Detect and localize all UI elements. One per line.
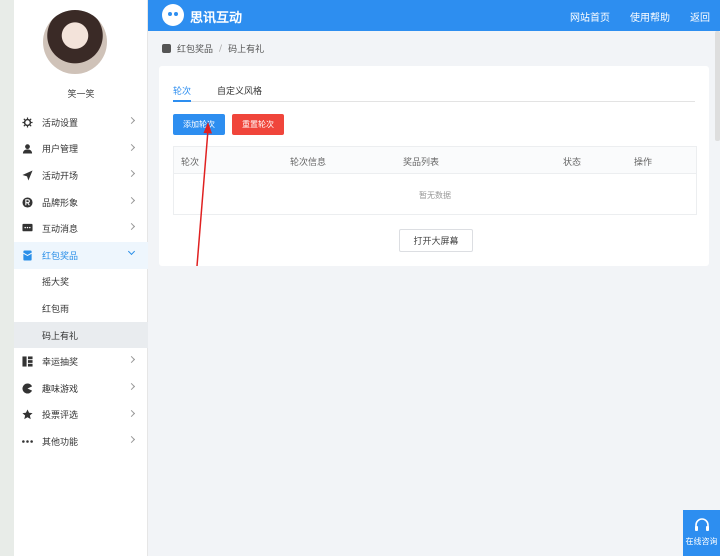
- nav-back-link[interactable]: 返回: [690, 9, 710, 24]
- header-nav: 网站首页 使用帮助 返回: [570, 9, 710, 24]
- reset-round-button[interactable]: 重置轮次: [232, 114, 284, 135]
- breadcrumb-parent[interactable]: 红包奖品: [177, 42, 213, 55]
- chevron-right-icon: [127, 409, 136, 417]
- sidebar-item-lucky-draw[interactable]: 幸运抽奖: [14, 348, 148, 375]
- chevron-right-icon: [127, 116, 136, 125]
- sidebar-subitem-qr-gift[interactable]: 码上有礼: [14, 321, 148, 349]
- avatar[interactable]: [43, 10, 107, 74]
- column-header: 奖品列表: [403, 158, 440, 168]
- chevron-right-icon: [127, 436, 136, 444]
- nav-help-link[interactable]: 使用帮助: [630, 9, 670, 24]
- sidebar-item-brand-image[interactable]: 品牌形象: [14, 189, 148, 216]
- breadcrumb: 红包奖品 / 码上有礼: [162, 42, 264, 55]
- nav-home-link[interactable]: 网站首页: [570, 9, 610, 24]
- main-panel: 轮次 自定义风格 添加轮次 重置轮次 轮次 轮次信息 奖品列表 状态 操作 暂无…: [159, 66, 709, 266]
- scrollbar[interactable]: [715, 31, 720, 141]
- username: 笑一笑: [67, 90, 95, 100]
- sidebar-item-red-packet-prizes[interactable]: 红包奖品: [14, 241, 148, 269]
- top-header: 思讯互动 网站首页 使用帮助 返回: [148, 0, 720, 31]
- chat-icon: [22, 223, 33, 234]
- registered-icon: [22, 197, 33, 208]
- red-packet-icon: [22, 250, 33, 261]
- sidebar-item-activity-settings[interactable]: 活动设置: [14, 109, 148, 136]
- breadcrumb-current: 码上有礼: [228, 45, 265, 55]
- column-header: 状态: [563, 158, 582, 168]
- tab-rounds[interactable]: 轮次: [173, 84, 192, 102]
- sidebar-item-voting[interactable]: 投票评选: [14, 402, 148, 429]
- online-consult-button[interactable]: 在线咨询: [683, 510, 720, 556]
- sidebar-item-label: 品牌形象: [42, 198, 79, 209]
- add-round-button[interactable]: 添加轮次: [173, 114, 225, 135]
- sidebar-item-label: 投票评选: [42, 411, 79, 422]
- sidebar-menu: 活动设置 用户管理 活动开场 品牌形象 互动消息 红包奖品 摇大奖 红包雨 码上…: [14, 109, 148, 455]
- more-icon: [22, 436, 33, 447]
- chevron-right-icon: [127, 382, 136, 390]
- star-icon: [22, 409, 33, 420]
- grid-icon: [22, 356, 33, 367]
- table-header: 轮次 轮次信息 奖品列表 状态 操作: [174, 147, 696, 174]
- chevron-right-icon: [127, 143, 136, 151]
- open-big-screen-button[interactable]: 打开大屏幕: [399, 229, 473, 252]
- user-icon: [22, 143, 33, 154]
- consult-label: 在线咨询: [685, 537, 718, 546]
- sidebar-item-label: 幸运抽奖: [42, 358, 79, 369]
- rounds-table: 轮次 轮次信息 奖品列表 状态 操作 暂无数据: [173, 146, 697, 215]
- sidebar-subitem-red-packet-rain[interactable]: 红包雨: [14, 295, 148, 322]
- chevron-right-icon: [127, 196, 136, 204]
- chevron-right-icon: [127, 223, 136, 231]
- sidebar-item-label: 红包奖品: [42, 251, 79, 262]
- sidebar-item-label: 活动设置: [42, 118, 79, 129]
- sidebar-item-fun-games[interactable]: 趣味游戏: [14, 375, 148, 402]
- sidebar-item-label: 互动消息: [42, 225, 79, 236]
- chevron-down-icon: [127, 247, 136, 256]
- red-packet-icon: [162, 44, 171, 53]
- tab-custom-style[interactable]: 自定义风格: [217, 84, 262, 102]
- sidebar-item-label: 活动开场: [42, 171, 79, 182]
- sidebar: 笑一笑 活动设置 用户管理 活动开场 品牌形象 互动消息 红包奖品 摇大奖 红包…: [14, 0, 148, 556]
- column-header: 轮次: [181, 158, 200, 168]
- sidebar-item-interactive-messages[interactable]: 互动消息: [14, 215, 148, 242]
- breadcrumb-separator: /: [219, 43, 223, 54]
- tab-bar: 轮次 自定义风格: [173, 84, 695, 102]
- brand-name: 思讯互动: [190, 11, 243, 26]
- sidebar-item-label: 用户管理: [42, 145, 79, 156]
- paper-plane-icon: [22, 170, 33, 181]
- left-edge-strip: [0, 0, 14, 556]
- logo-icon: [162, 4, 184, 26]
- column-header: 轮次信息: [290, 158, 327, 168]
- chevron-right-icon: [127, 356, 136, 364]
- sidebar-item-activity-opening[interactable]: 活动开场: [14, 162, 148, 189]
- sidebar-item-label: 其他功能: [42, 437, 79, 448]
- sidebar-item-other-functions[interactable]: 其他功能: [14, 428, 148, 455]
- game-icon: [22, 383, 33, 394]
- chevron-right-icon: [127, 170, 136, 178]
- column-header: 操作: [634, 158, 653, 168]
- sidebar-item-user-management[interactable]: 用户管理: [14, 136, 148, 163]
- headset-icon: [694, 518, 709, 531]
- empty-state: 暂无数据: [419, 191, 451, 200]
- sidebar-item-label: 趣味游戏: [42, 384, 79, 395]
- gear-icon: [22, 117, 33, 128]
- sidebar-subitem-shake-prize[interactable]: 摇大奖: [14, 269, 148, 296]
